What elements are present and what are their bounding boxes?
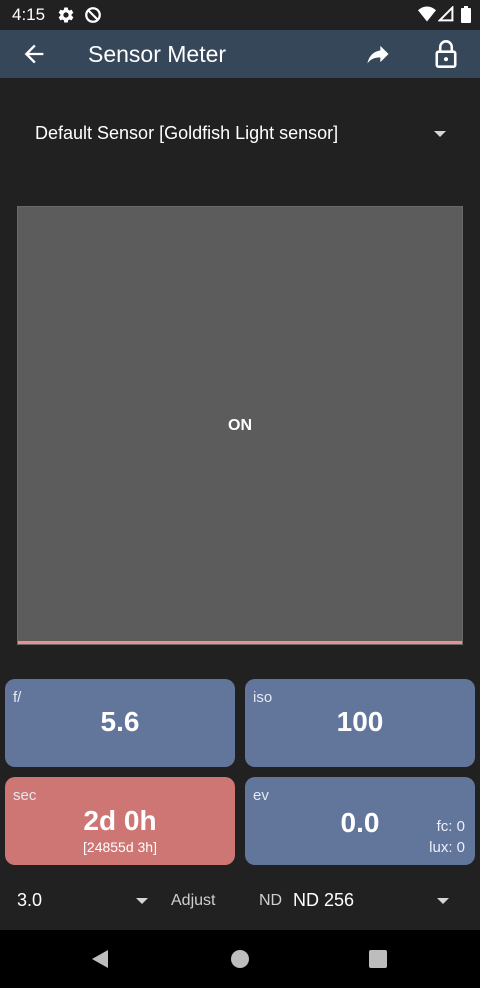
sensor-display-panel[interactable]: ON	[17, 206, 463, 645]
lux-value: lux: 0	[429, 839, 465, 856]
iso-card[interactable]: iso 100	[245, 679, 475, 767]
status-bar: 4:15	[0, 0, 480, 30]
iso-value: 100	[336, 706, 384, 737]
aperture-value: 5.6	[100, 706, 140, 737]
shutter-subvalue: [24855d 3h]	[83, 839, 157, 855]
wifi-icon	[418, 6, 436, 22]
chevron-down-icon	[434, 131, 446, 137]
shutter-label: sec	[13, 787, 37, 804]
shutter-value: 2d 0h	[83, 805, 157, 836]
iso-label: iso	[253, 689, 273, 706]
nd-dropdown-value[interactable]: ND 256	[293, 890, 354, 911]
nav-home-icon[interactable]	[231, 950, 249, 968]
share-icon[interactable]	[364, 40, 392, 68]
level-bar	[18, 641, 462, 644]
sensor-dropdown-value: Default Sensor [Goldfish Light sensor]	[35, 123, 339, 143]
nav-back-icon[interactable]	[90, 949, 110, 969]
chevron-down-icon[interactable]	[136, 898, 148, 904]
ev-card[interactable]: ev 0.0 fc: 0 lux: 0	[245, 777, 475, 865]
status-time: 4:15	[12, 5, 46, 24]
sensor-status-text: ON	[228, 417, 252, 434]
ev-label: ev	[253, 787, 269, 804]
adjust-label: Adjust	[171, 892, 216, 909]
adjust-controls: 3.0 Adjust ND ND 256	[0, 878, 480, 924]
sensor-dropdown[interactable]: Default Sensor [Goldfish Light sensor]	[18, 104, 462, 160]
nd-label: ND	[259, 892, 283, 909]
app-bar: Sensor Meter	[0, 30, 480, 78]
lock-icon[interactable]	[432, 39, 460, 69]
aperture-card[interactable]: f/ 5.6	[5, 679, 235, 767]
signal-icon	[438, 6, 454, 22]
dnd-icon	[85, 7, 101, 23]
gear-icon	[58, 7, 74, 23]
chevron-down-icon[interactable]	[437, 898, 449, 904]
shutter-card[interactable]: sec 2d 0h [24855d 3h]	[5, 777, 235, 865]
nav-recents-icon[interactable]	[369, 950, 387, 968]
system-nav-bar	[0, 930, 480, 988]
aperture-label: f/	[13, 689, 22, 706]
page-title: Sensor Meter	[88, 41, 227, 67]
fc-value: fc: 0	[436, 818, 465, 835]
back-arrow-icon[interactable]	[20, 40, 48, 68]
battery-icon	[461, 6, 471, 23]
step-dropdown-value[interactable]: 3.0	[17, 890, 42, 911]
